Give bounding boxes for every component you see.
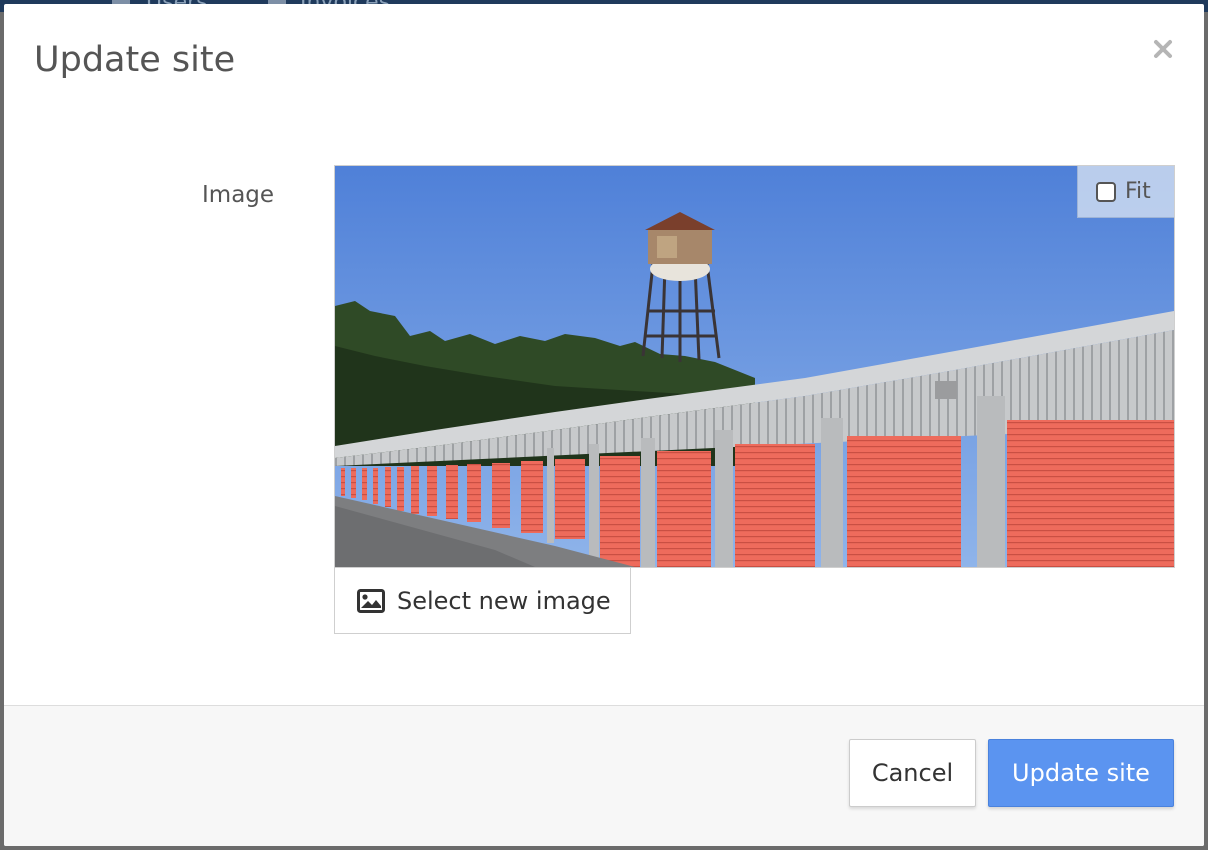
site-photo (335, 166, 1174, 567)
image-icon (357, 588, 385, 613)
update-site-button[interactable]: Update site (988, 739, 1174, 807)
fit-toggle[interactable]: Fit (1077, 166, 1174, 218)
select-new-image-label: Select new image (397, 586, 611, 615)
update-site-dialog: Update site Image Fit Select new image C… (4, 4, 1204, 846)
dialog-footer: Cancel Update site (4, 705, 1204, 846)
fit-label: Fit (1125, 179, 1151, 204)
select-new-image-button[interactable]: Select new image (334, 567, 631, 634)
image-field-label: Image (202, 182, 275, 208)
site-image-preview: Fit (334, 165, 1175, 568)
close-button[interactable] (1148, 34, 1178, 64)
dialog-header: Update site (4, 4, 1204, 114)
close-icon (1154, 40, 1172, 58)
fit-checkbox[interactable] (1096, 181, 1116, 202)
cancel-button[interactable]: Cancel (849, 739, 976, 807)
dialog-title: Update site (34, 40, 236, 80)
